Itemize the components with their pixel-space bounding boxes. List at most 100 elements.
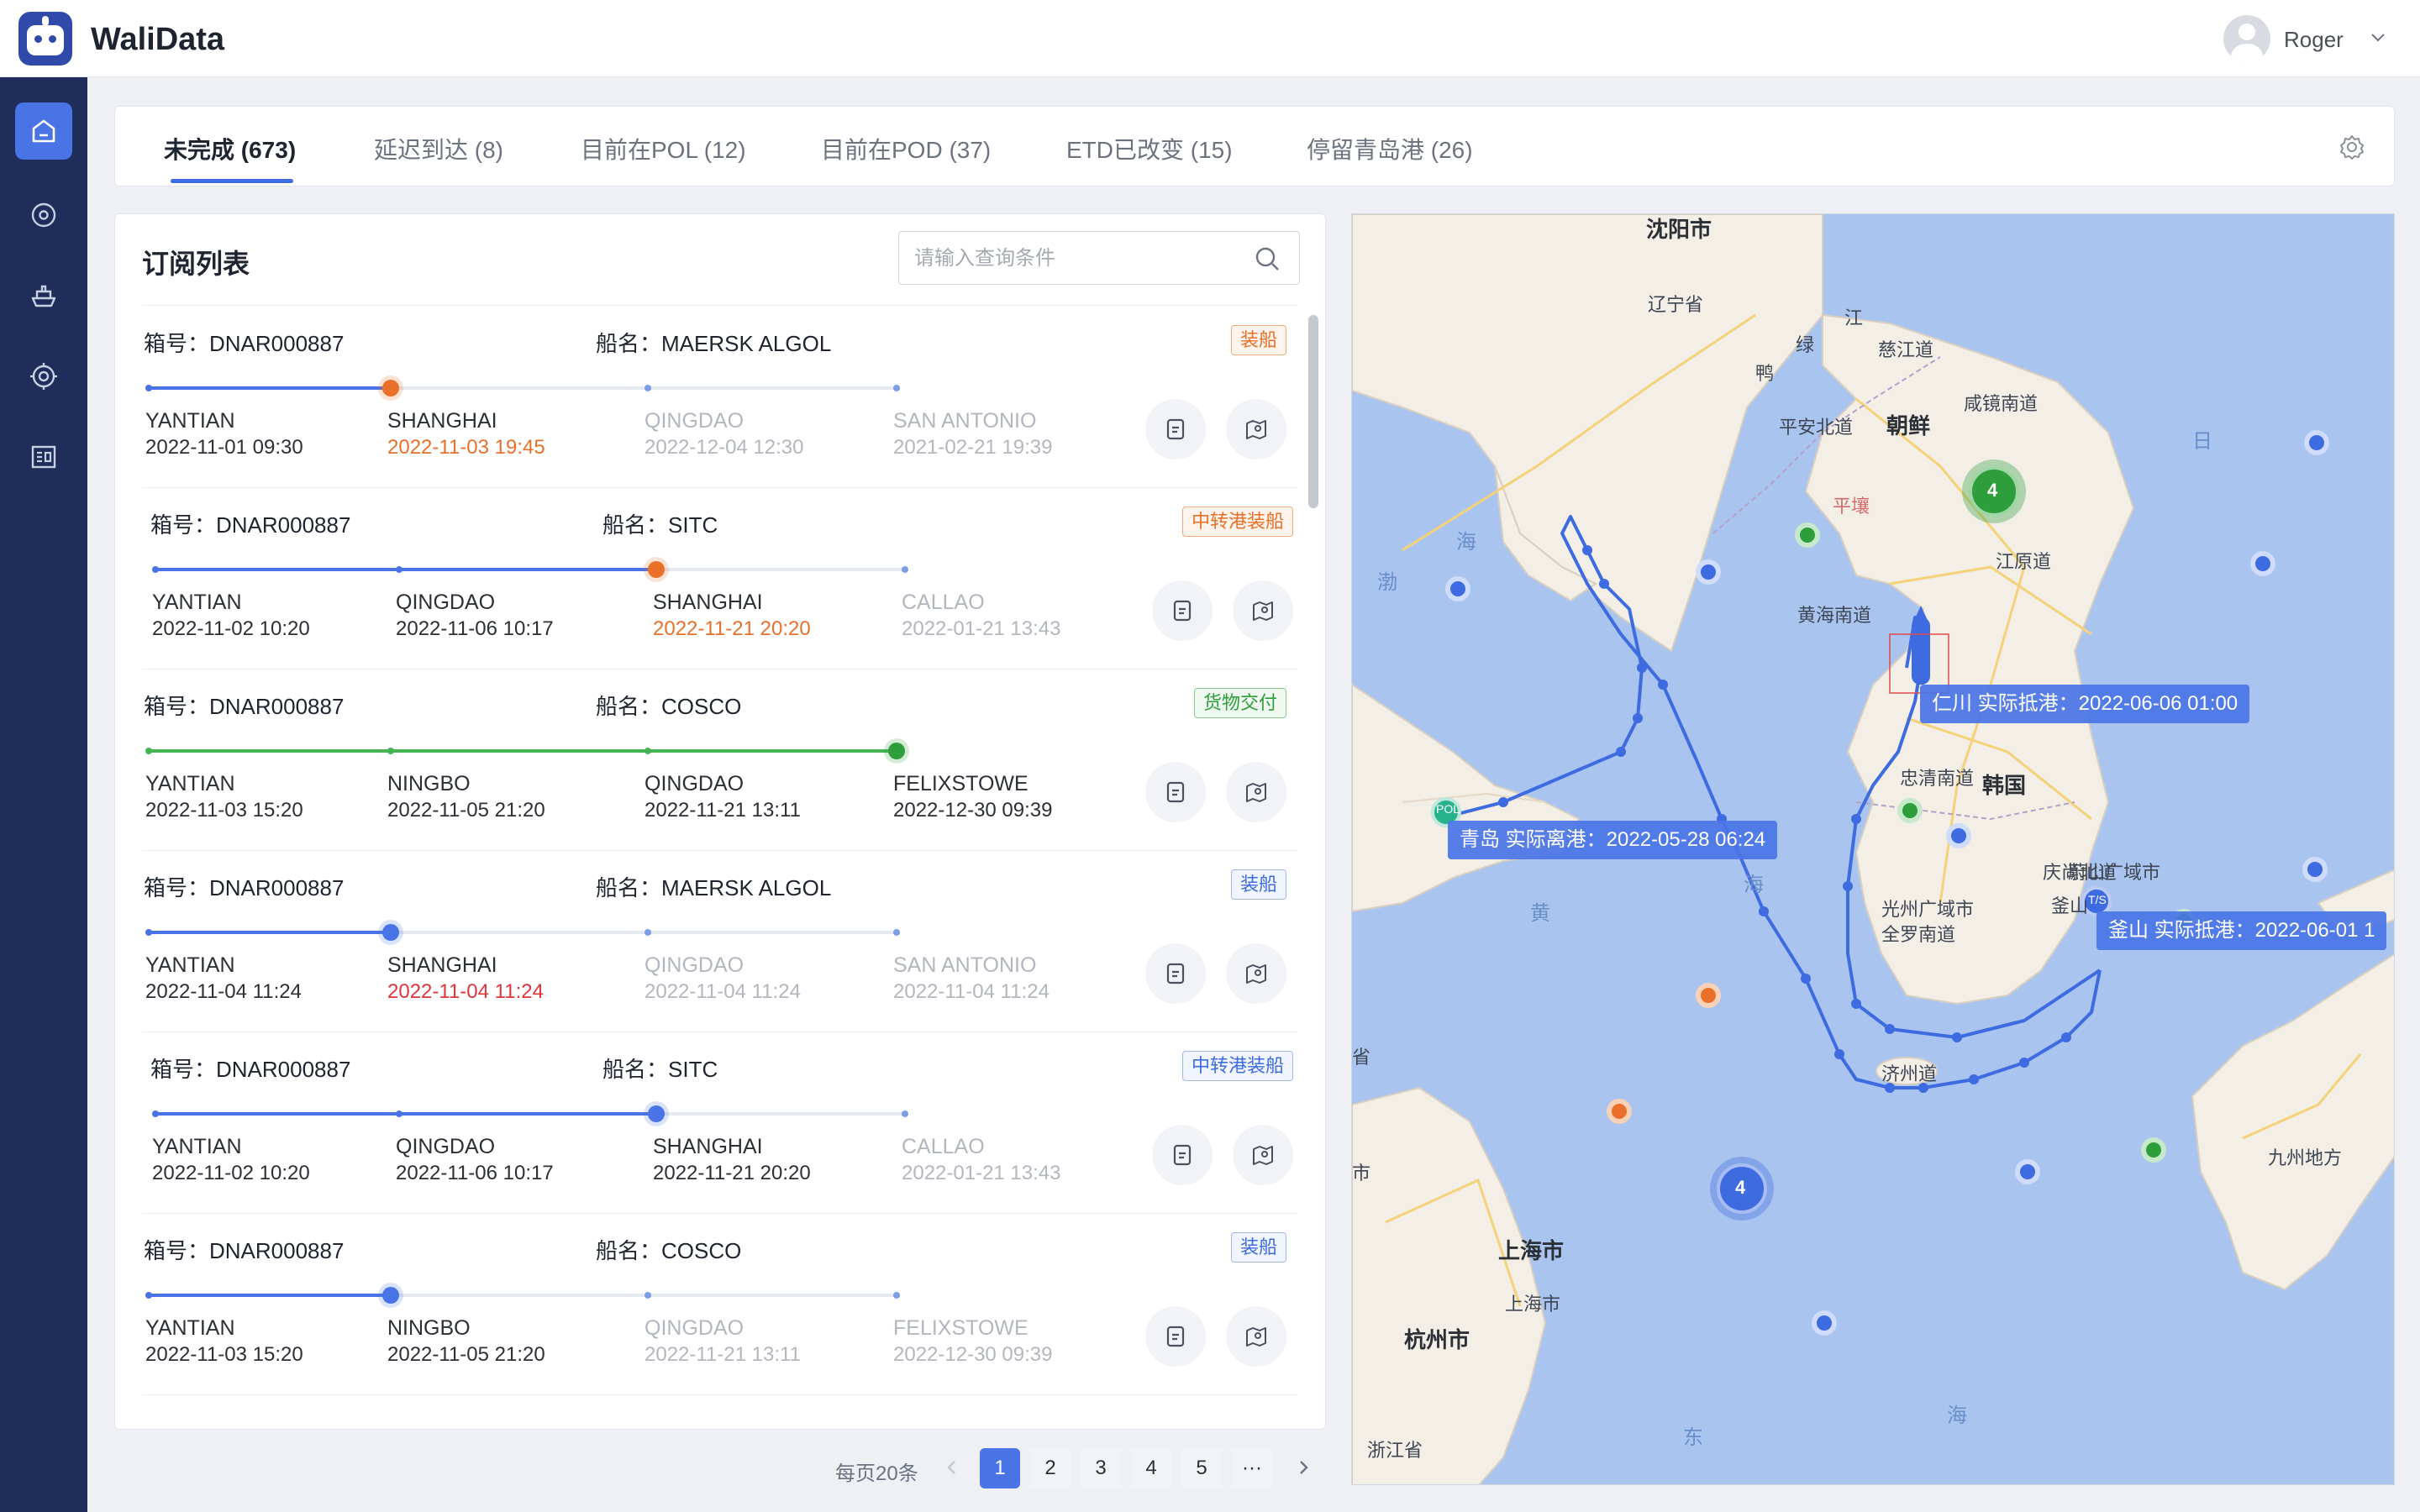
map-label: 九州地方	[2268, 1147, 2343, 1168]
sidebar-item-location[interactable]	[15, 186, 72, 244]
shipment-row[interactable]: 箱号：DNAR000887 船名：COSCO 货物交付 YANTIAN 2022-11-…	[115, 669, 1308, 851]
map-track-button[interactable]	[1226, 399, 1286, 459]
stop-dot	[902, 1110, 908, 1117]
map-track-button[interactable]	[1233, 1125, 1293, 1185]
divider	[142, 305, 1298, 306]
stop-port: QINGDAO	[644, 772, 744, 795]
shipment-row[interactable]: 箱号：DNAR000887 船名：SITC 中转港装船 YANTIAN 2022-11-…	[115, 488, 1308, 669]
container-number: 箱号：DNAR000887	[144, 694, 345, 719]
tab-qingdao-stay[interactable]: 停留青岛港 (26)	[1307, 132, 1473, 165]
map-label: 日	[2192, 430, 2212, 453]
stop-port: YANTIAN	[145, 772, 235, 795]
shipment-row[interactable]: 箱号：DNAR000887 船名：SITC 中转港装船 YANTIAN 2022-11-…	[115, 1032, 1308, 1214]
current-position-marker	[648, 561, 665, 578]
stop-time: 2022-11-06 10:17	[396, 617, 554, 640]
stop-port: FELIXSTOWE	[893, 1316, 1028, 1340]
page-button-4[interactable]: 4	[1131, 1448, 1171, 1488]
route-map[interactable]: 沈阳市 辽宁省 江 慈江道 绿 鸭 咸镜南道 平安北道 朝鲜 平壤 江原道 黄海…	[1351, 213, 2395, 1485]
map-track-button[interactable]	[1226, 1306, 1286, 1367]
shipment-row[interactable]: 箱号：DNAR000887 船名：MAERSK ALGOL 装船 YANTIAN 202…	[115, 851, 1308, 1032]
list-scrollbar[interactable]	[1308, 315, 1318, 508]
stop-time: 2022-11-06 10:17	[396, 1162, 554, 1184]
search-box	[898, 231, 1300, 285]
home-icon	[32, 119, 55, 143]
page-size-label[interactable]: 每页20条	[835, 1457, 918, 1486]
stop-dot	[644, 385, 651, 391]
sidebar	[0, 77, 87, 1512]
page-ellipsis-button[interactable]: ···	[1232, 1448, 1272, 1488]
stop-port: SHANGHAI	[653, 1135, 763, 1158]
stop-dot	[145, 385, 152, 391]
tab-unfinished[interactable]: 未完成 (673)	[164, 132, 296, 165]
stop-port: YANTIAN	[145, 953, 235, 977]
chevron-right-icon[interactable]	[1292, 1455, 1316, 1480]
map-label: 沈阳市	[1646, 217, 1712, 242]
details-button[interactable]	[1145, 1306, 1206, 1367]
stop-port: QINGDAO	[644, 953, 744, 977]
stop-time: 2022-12-04 12:30	[644, 436, 804, 459]
tab-at-pod[interactable]: 目前在POD (37)	[821, 132, 991, 165]
stop-dot	[893, 929, 900, 936]
port-tooltip-busan: 釜山 实际抵港：2022-06-01 1	[2096, 911, 2387, 950]
stop-port: CALLAO	[902, 591, 985, 614]
progress-fill	[149, 749, 897, 753]
stop-time: 2022-11-03 19:45	[387, 436, 545, 459]
details-button[interactable]	[1145, 762, 1206, 822]
status-badge: 装船	[1230, 869, 1286, 900]
progress-fill	[149, 386, 391, 390]
page-button-5[interactable]: 5	[1181, 1448, 1222, 1488]
stop-time: 2021-02-21 19:39	[893, 436, 1053, 459]
progress-fill	[149, 1294, 391, 1297]
map-track-button[interactable]	[1233, 580, 1293, 641]
map-label: 平壤	[1833, 496, 1870, 517]
page-button-1[interactable]: 1	[980, 1448, 1020, 1488]
gear-icon[interactable]	[2337, 132, 2367, 162]
map-pin-icon	[1246, 1327, 1266, 1347]
details-button[interactable]	[1145, 399, 1206, 459]
shipment-row[interactable]: 箱号：DNAR000887 船名：COSCO 装船 YANTIAN 2022-11-03…	[115, 1214, 1308, 1395]
stop-dot	[145, 1292, 152, 1299]
port-tooltip-incheon: 仁川 实际抵港：2022-06-06 01:00	[1920, 685, 2250, 723]
stop-dot	[644, 748, 651, 754]
tab-etd-changed[interactable]: ETD已改变 (15)	[1066, 132, 1233, 165]
map-track-button[interactable]	[1226, 762, 1286, 822]
vessel-name: 船名：COSCO	[596, 694, 742, 719]
sidebar-item-reports[interactable]	[15, 428, 72, 486]
cluster-count[interactable]: 4	[1735, 1177, 1745, 1199]
stop-time: 2022-11-21 13:11	[644, 1343, 801, 1366]
stop-port: NINGBO	[387, 1316, 471, 1340]
stop-dot	[396, 1110, 402, 1117]
tab-at-pol[interactable]: 目前在POL (12)	[581, 132, 746, 165]
search-input[interactable]	[914, 242, 1242, 276]
sidebar-item-tracking[interactable]	[15, 348, 72, 405]
stop-time: 2022-11-05 21:20	[387, 799, 545, 822]
chevron-left-icon[interactable]	[939, 1455, 963, 1480]
stop-dot	[152, 566, 159, 573]
details-button[interactable]	[1152, 1125, 1213, 1185]
stop-time: 2022-11-05 21:20	[387, 1343, 545, 1366]
tab-delayed[interactable]: 延迟到达 (8)	[374, 132, 503, 165]
current-position-marker	[648, 1105, 665, 1122]
details-button[interactable]	[1145, 943, 1206, 1004]
page-button-3[interactable]: 3	[1081, 1448, 1121, 1488]
sidebar-item-vessel[interactable]	[15, 267, 72, 324]
stop-port: YANTIAN	[145, 409, 235, 433]
page-button-2[interactable]: 2	[1030, 1448, 1071, 1488]
container-number: 箱号：DNAR000887	[150, 1057, 351, 1082]
container-number: 箱号：DNAR000887	[144, 1238, 345, 1263]
stop-time: 2022-11-04 11:24	[893, 980, 1050, 1003]
user-avatar[interactable]	[2223, 15, 2270, 62]
map-track-button[interactable]	[1226, 943, 1286, 1004]
cluster-count[interactable]: 4	[1987, 480, 1997, 501]
stop-port: YANTIAN	[152, 1135, 242, 1158]
shipment-row[interactable]: 箱号：DNAR000887 船名：MAERSK ALGOL 装船 YANTIAN 202…	[115, 307, 1308, 488]
map-label: 黄海南道	[1797, 605, 1872, 626]
sidebar-item-home[interactable]	[15, 102, 72, 160]
current-position-marker	[382, 924, 399, 941]
stop-dot	[893, 385, 900, 391]
details-button[interactable]	[1152, 580, 1213, 641]
user-name[interactable]: Roger	[2284, 27, 2344, 53]
chevron-down-icon[interactable]	[2368, 27, 2388, 47]
map-label: 鸭	[1755, 363, 1775, 384]
search-icon[interactable]	[1252, 244, 1282, 274]
